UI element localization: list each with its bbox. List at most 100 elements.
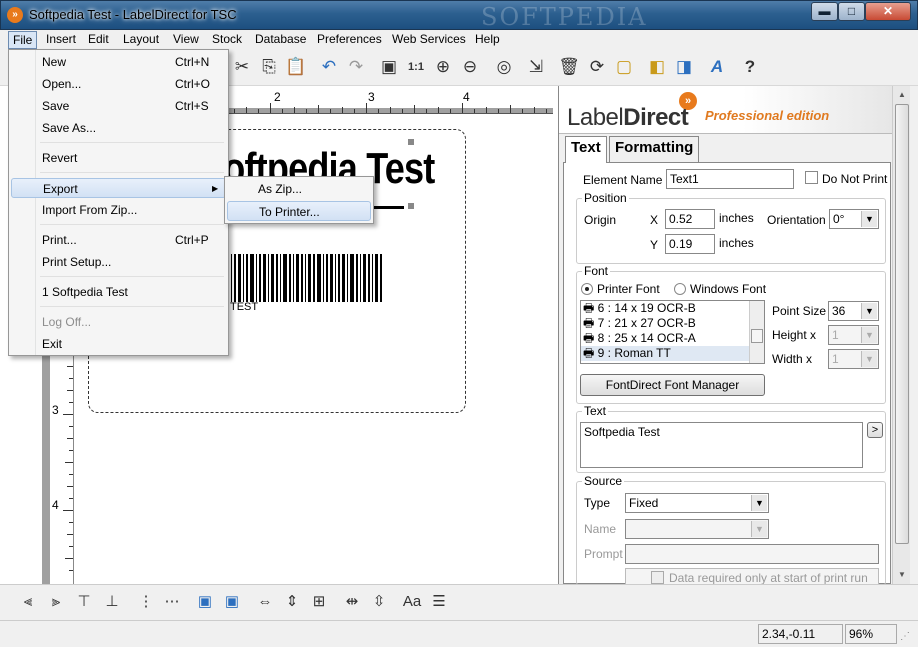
menu-item-exit[interactable]: Exit [11,334,226,354]
stretch-horizontal-icon[interactable]: ⇔ [253,590,277,614]
menu-item-save[interactable]: Save Ctrl+S [11,96,226,116]
redo-icon[interactable]: ↷ [344,55,368,79]
maximize-button[interactable]: □ [838,2,865,21]
printer-font-radio[interactable] [581,283,593,295]
alignment-toolbar: ⫷ ⫸ ⊤ ⊥ ⋮ ⋯ ▣ ▣ ⇔ ⇕ ⊞ ⇹ ⇳ Aa ☰ [0,584,918,620]
menu-edit[interactable]: Edit [84,31,113,49]
center-horizontal-icon[interactable]: ⋮ [134,590,158,614]
text-expand-button[interactable]: > [867,422,883,438]
zoom-out-icon[interactable]: ⊖ [458,55,482,79]
element-name-field[interactable]: Text1 [666,169,794,189]
status-bar: 2.34,-0.11 96% ⋰ [0,620,918,647]
menu-item-print[interactable]: Print... Ctrl+P [11,230,226,250]
menu-item-as-zip[interactable]: As Zip... [227,179,371,199]
zoom-in-icon[interactable]: ⊕ [431,55,455,79]
send-back-icon[interactable]: ◨ [672,55,696,79]
menu-item-revert[interactable]: Revert [11,148,226,168]
page-icon[interactable]: ▢ [612,55,636,79]
chevron-down-icon: ▼ [861,327,877,343]
tab-text[interactable]: Text [565,136,607,163]
align-bottom-icon[interactable]: ⊥ [100,590,124,614]
type-dropdown[interactable]: Fixed ▼ [625,493,769,513]
barcode-element[interactable] [226,254,384,302]
menu-item-to-printer[interactable]: To Printer... [227,201,371,221]
text-value-field[interactable]: Softpedia Test [580,422,863,468]
scroll-up-icon[interactable]: ▲ [898,90,906,99]
x-unit-label: inches [719,211,754,225]
font-list-item-selected[interactable]: 🖶 9 : Roman TT [581,346,764,361]
resize-handle[interactable] [408,203,414,209]
actual-size-icon[interactable]: ▣ [377,55,401,79]
fit-height-icon[interactable]: ▣ [220,590,244,614]
align-right-icon[interactable]: ⫸ [44,590,68,614]
align-left-icon[interactable]: ⫷ [16,590,40,614]
menu-item-new[interactable]: New Ctrl+N [11,52,226,72]
paste-icon[interactable]: 📋 [284,55,308,79]
chevron-down-icon: ▼ [751,495,767,511]
menu-item-print-setup[interactable]: Print Setup... [11,252,226,272]
resize-grip-icon[interactable]: ⋰ [900,631,910,642]
close-button[interactable]: ✕ [865,2,911,21]
menu-item-recent-file[interactable]: 1 Softpedia Test [11,282,226,302]
bring-front-icon[interactable]: ◧ [645,55,669,79]
copy-icon[interactable]: ⎘ [257,55,281,79]
import-image-icon[interactable]: ⇲ [524,55,548,79]
menu-item-open[interactable]: Open... Ctrl+O [11,74,226,94]
height-dropdown[interactable]: 1 ▼ [828,325,879,345]
menu-item-save-as[interactable]: Save As... [11,118,226,138]
font-list[interactable]: 🖶 6 : 14 x 19 OCR-B 🖶 7 : 21 x 27 OCR-B … [580,300,765,364]
font-list-item[interactable]: 🖶 7 : 21 x 27 OCR-B [581,316,764,331]
menu-view[interactable]: View [169,31,203,49]
name-dropdown[interactable]: ▼ [625,519,769,539]
menu-item-import-zip[interactable]: Import From Zip... [11,200,226,220]
menu-item-log-off[interactable]: Log Off... [11,312,226,332]
font-list-item[interactable]: 🖶 6 : 14 x 19 OCR-B [581,301,764,316]
font-list-item[interactable]: 🖶 8 : 25 x 14 OCR-A [581,331,764,346]
point-size-dropdown[interactable]: 36 ▼ [828,301,879,321]
stretch-vertical-icon[interactable]: ⇕ [280,590,304,614]
menu-help[interactable]: Help [471,31,504,49]
app-icon[interactable]: » [7,7,23,23]
center-vertical-icon[interactable]: ⋯ [160,590,184,614]
line-icon[interactable]: ☰ [427,590,451,614]
menu-web-services[interactable]: Web Services [388,31,470,49]
resize-handle[interactable] [408,139,414,145]
minimize-button[interactable]: ▬ [811,2,838,21]
menu-insert[interactable]: Insert [42,31,80,49]
width-dropdown[interactable]: 1 ▼ [828,349,879,369]
font-manager-button[interactable]: FontDirect Font Manager [580,374,765,396]
menu-item-export[interactable]: Export ▶ [11,178,226,198]
font-list-scrollbar[interactable] [749,301,764,363]
undo-icon[interactable]: ↶ [317,55,341,79]
data-required-checkbox[interactable] [651,571,664,584]
delete-icon[interactable]: 🗑 [557,55,581,79]
align-top-icon[interactable]: ⊤ [72,590,96,614]
orientation-dropdown[interactable]: 0° ▼ [829,209,879,229]
menu-stock[interactable]: Stock [208,31,246,49]
vertical-scrollbar[interactable]: ▲ ▼ [892,86,910,584]
prompt-field[interactable] [625,544,879,564]
scroll-down-icon[interactable]: ▼ [898,570,906,579]
one-to-one-icon[interactable]: 1:1 [404,55,428,79]
stock-roll-icon[interactable]: ◎ [492,55,516,79]
space-horizontal-icon[interactable]: ⇹ [340,590,364,614]
menu-preferences[interactable]: Preferences [313,31,386,49]
scrollbar-thumb[interactable] [895,104,909,544]
do-not-print-checkbox[interactable] [805,171,818,184]
menu-layout[interactable]: Layout [119,31,163,49]
center-on-label-icon[interactable]: ⊞ [307,590,331,614]
cut-icon[interactable]: ✂ [230,55,254,79]
tab-formatting[interactable]: Formatting [609,136,700,162]
menu-file[interactable]: File [8,31,38,49]
space-vertical-icon[interactable]: ⇳ [367,590,391,614]
origin-y-field[interactable]: 0.19 [665,234,715,254]
refresh-icon[interactable]: ⟳ [585,55,609,79]
fit-width-icon[interactable]: ▣ [193,590,217,614]
text-style-icon[interactable]: A [705,55,729,79]
origin-x-field[interactable]: 0.52 [665,209,715,229]
ruler-number: 3 [52,403,59,417]
font-size-icon[interactable]: Aa [400,590,424,614]
windows-font-radio[interactable] [674,283,686,295]
menu-database[interactable]: Database [251,31,310,49]
help-icon[interactable]: ? [738,55,762,79]
